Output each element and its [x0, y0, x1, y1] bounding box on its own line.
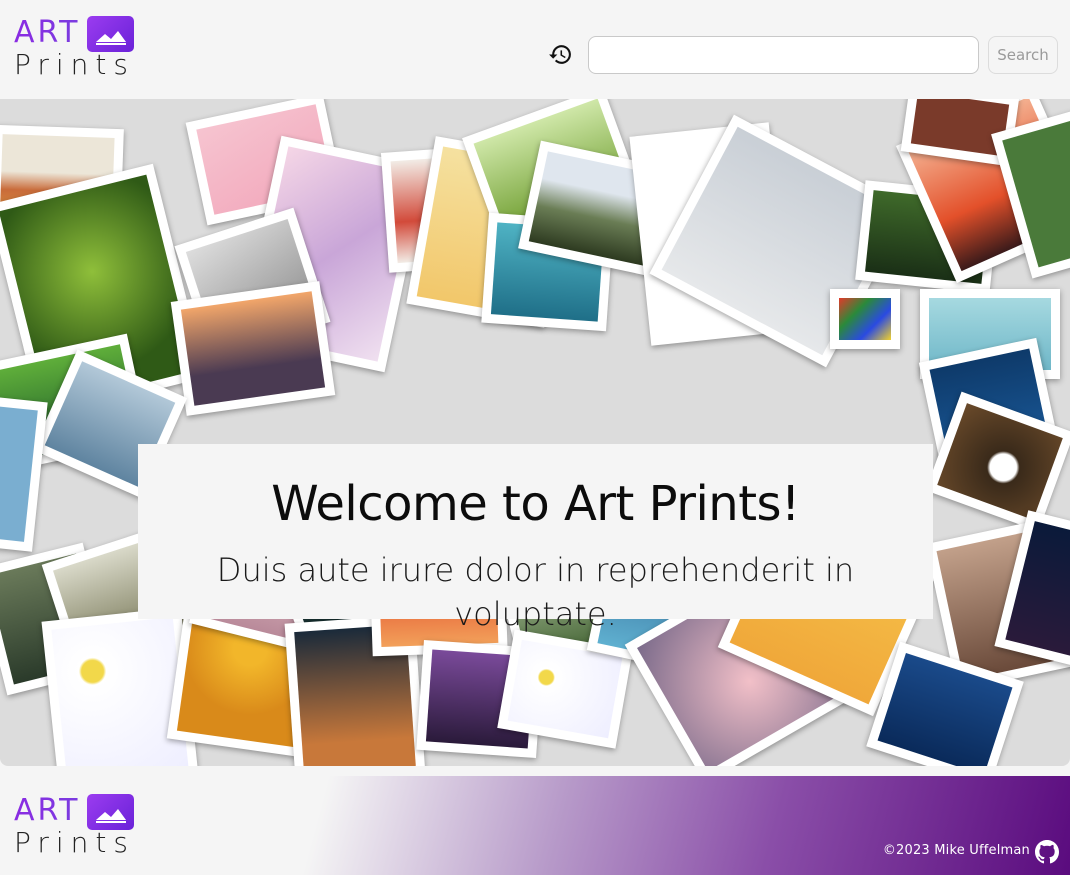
- collage-photo: [170, 281, 336, 416]
- history-icon[interactable]: [548, 42, 573, 67]
- image-icon: [87, 794, 134, 830]
- logo-prints-text: Prints: [14, 826, 135, 859]
- github-icon[interactable]: [1035, 840, 1059, 864]
- welcome-card: Welcome to Art Prints! Duis aute irure d…: [138, 444, 933, 633]
- hero-collage: Welcome to Art Prints! Duis aute irure d…: [0, 99, 1070, 766]
- site-header: ART Prints Search: [0, 0, 1070, 99]
- welcome-title: Welcome to Art Prints!: [271, 476, 800, 532]
- logo-art-text: ART: [14, 15, 81, 50]
- search-button[interactable]: Search: [988, 36, 1058, 74]
- site-footer: ART Prints ©2023 Mike Uffelman: [0, 776, 1070, 875]
- image-icon: [87, 16, 134, 52]
- logo-prints-text: Prints: [14, 48, 135, 81]
- collage-photo: [0, 396, 48, 552]
- search-input[interactable]: [588, 36, 979, 74]
- collage-photo: [830, 289, 900, 349]
- site-logo[interactable]: ART Prints: [14, 15, 139, 81]
- footer-logo[interactable]: ART Prints: [14, 793, 139, 859]
- logo-art-text: ART: [14, 793, 81, 828]
- welcome-subtitle: Duis aute irure dolor in reprehenderit i…: [216, 551, 855, 633]
- copyright-text: ©2023 Mike Uffelman: [882, 843, 1030, 858]
